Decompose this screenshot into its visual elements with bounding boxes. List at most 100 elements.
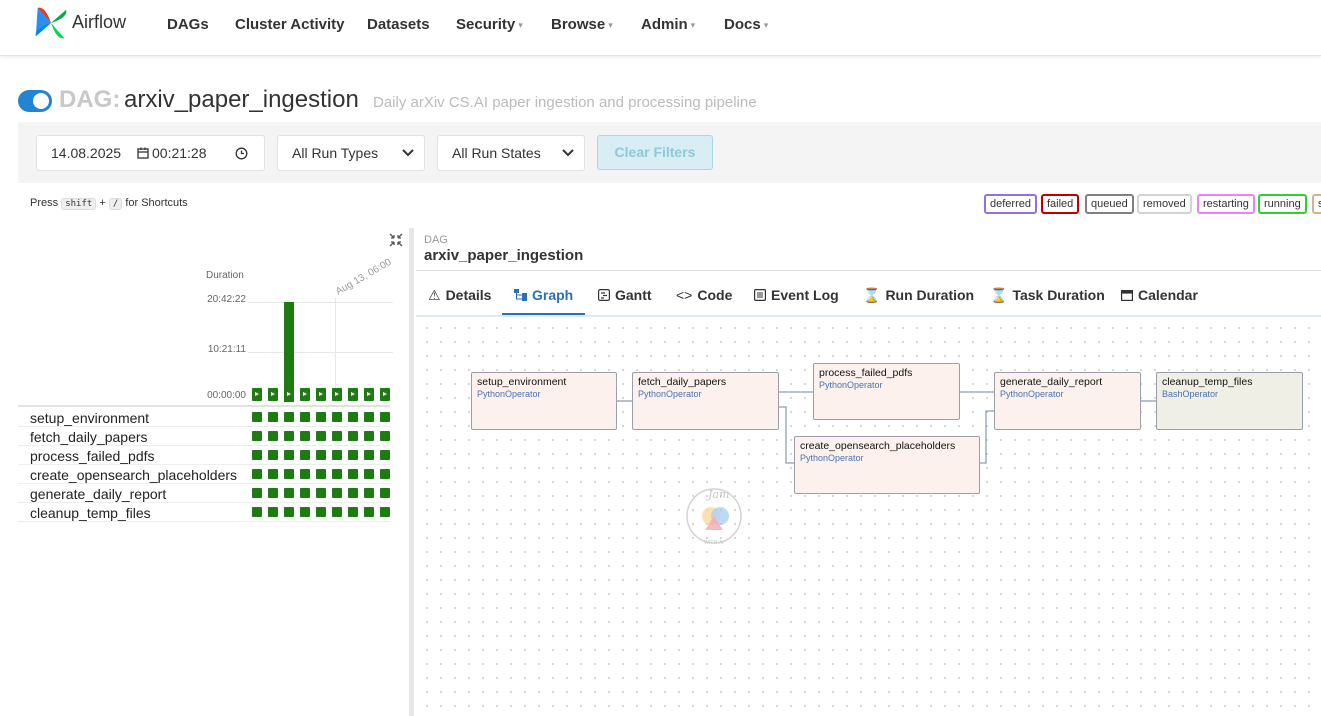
task-instance-cell[interactable]	[380, 488, 390, 498]
task-instance-cell[interactable]	[284, 507, 294, 517]
task-instance-cell[interactable]	[268, 412, 278, 422]
task-instance-cell[interactable]	[300, 507, 310, 517]
dag-run-button[interactable]	[332, 388, 342, 401]
dag-run-button[interactable]	[364, 388, 374, 401]
task-row[interactable]: cleanup_temp_files	[18, 503, 390, 522]
legend-running[interactable]: running	[1258, 194, 1307, 214]
dag-run-button[interactable]	[380, 388, 390, 401]
nav-datasets[interactable]: Datasets	[367, 16, 430, 33]
task-instance-cell[interactable]	[364, 469, 374, 479]
task-instance-cell[interactable]	[284, 412, 294, 422]
run-duration-bar[interactable]	[284, 302, 294, 402]
task-instance-cell[interactable]	[316, 488, 326, 498]
task-instance-cell[interactable]	[252, 507, 262, 517]
task-instance-cell[interactable]	[268, 507, 278, 517]
task-instance-cell[interactable]	[380, 507, 390, 517]
run-state-select[interactable]: All Run States	[437, 135, 585, 171]
calendar-icon[interactable]	[137, 147, 149, 159]
graph-node-create-opensearch-placeholders[interactable]: create_opensearch_placeholders PythonOpe…	[794, 436, 980, 494]
dag-run-button[interactable]	[252, 388, 262, 401]
task-instance-cell[interactable]	[316, 431, 326, 441]
graph-node-process-failed-pdfs[interactable]: process_failed_pdfs PythonOperator	[813, 363, 960, 420]
task-instance-cell[interactable]	[348, 488, 358, 498]
task-instance-cell[interactable]	[284, 450, 294, 460]
clear-filters-button[interactable]: Clear Filters	[597, 135, 713, 170]
task-instance-cell[interactable]	[300, 412, 310, 422]
nav-docs[interactable]: Docs ▾	[724, 16, 768, 33]
tab-graph[interactable]: Graph	[514, 287, 573, 303]
task-instance-cell[interactable]	[380, 469, 390, 479]
nav-security[interactable]: Security ▾	[456, 16, 523, 33]
task-instance-cell[interactable]	[316, 469, 326, 479]
task-instance-cell[interactable]	[268, 431, 278, 441]
dag-run-button[interactable]	[348, 388, 358, 401]
dag-run-button[interactable]	[300, 388, 310, 401]
task-name[interactable]: fetch_daily_papers	[30, 429, 148, 445]
task-name[interactable]: process_failed_pdfs	[30, 448, 155, 464]
legend-queued[interactable]: queued	[1085, 194, 1134, 214]
task-instance-cell[interactable]	[252, 431, 262, 441]
task-instance-cell[interactable]	[316, 507, 326, 517]
breadcrumb-dag[interactable]: arxiv_paper_ingestion	[424, 247, 583, 264]
task-instance-cell[interactable]	[316, 450, 326, 460]
task-instance-cell[interactable]	[380, 412, 390, 422]
task-instance-cell[interactable]	[348, 507, 358, 517]
task-instance-cell[interactable]	[364, 488, 374, 498]
tab-code[interactable]: <> Code	[676, 287, 732, 303]
task-instance-cell[interactable]	[284, 488, 294, 498]
task-name[interactable]: cleanup_temp_files	[30, 505, 151, 521]
dag-run-button[interactable]	[284, 388, 294, 401]
task-instance-cell[interactable]	[332, 412, 342, 422]
tab-gantt[interactable]: Gantt	[598, 287, 652, 303]
graph-canvas[interactable]: setup_environment PythonOperator fetch_d…	[416, 317, 1321, 716]
task-instance-cell[interactable]	[284, 469, 294, 479]
tab-event-log[interactable]: Event Log	[754, 287, 839, 303]
task-name[interactable]: setup_environment	[30, 410, 149, 426]
task-instance-cell[interactable]	[268, 450, 278, 460]
task-instance-cell[interactable]	[380, 450, 390, 460]
tab-details[interactable]: ⚠ Details	[428, 287, 491, 304]
task-instance-cell[interactable]	[364, 431, 374, 441]
task-instance-cell[interactable]	[348, 450, 358, 460]
task-row[interactable]: process_failed_pdfs	[18, 446, 390, 465]
task-name[interactable]: generate_daily_report	[30, 486, 166, 502]
legend-restarting[interactable]: restarting	[1197, 194, 1255, 214]
task-instance-cell[interactable]	[300, 488, 310, 498]
task-instance-cell[interactable]	[332, 488, 342, 498]
task-instance-cell[interactable]	[300, 469, 310, 479]
task-instance-cell[interactable]	[348, 431, 358, 441]
dag-run-button[interactable]	[316, 388, 326, 401]
task-instance-cell[interactable]	[284, 431, 294, 441]
task-instance-cell[interactable]	[252, 412, 262, 422]
task-instance-cell[interactable]	[348, 412, 358, 422]
panel-resizer[interactable]	[409, 228, 414, 716]
dag-run-button[interactable]	[268, 388, 278, 401]
task-instance-cell[interactable]	[268, 469, 278, 479]
legend-deferred[interactable]: deferred	[984, 194, 1037, 214]
task-row[interactable]: setup_environment	[18, 408, 390, 427]
task-instance-cell[interactable]	[364, 507, 374, 517]
graph-node-fetch-daily-papers[interactable]: fetch_daily_papers PythonOperator	[632, 372, 779, 430]
run-type-select[interactable]: All Run Types	[277, 135, 425, 171]
nav-dags[interactable]: DAGs	[167, 16, 209, 33]
task-instance-cell[interactable]	[332, 469, 342, 479]
task-instance-cell[interactable]	[252, 488, 262, 498]
legend-scheduled[interactable]: s	[1312, 194, 1321, 214]
nav-browse[interactable]: Browse ▾	[551, 16, 613, 33]
nav-cluster-activity[interactable]: Cluster Activity	[235, 16, 344, 33]
task-instance-cell[interactable]	[332, 431, 342, 441]
task-row[interactable]: create_opensearch_placeholders	[18, 465, 390, 484]
task-instance-cell[interactable]	[316, 412, 326, 422]
task-instance-cell[interactable]	[332, 450, 342, 460]
collapse-arrows-icon[interactable]	[388, 232, 404, 248]
task-instance-cell[interactable]	[252, 450, 262, 460]
task-instance-cell[interactable]	[252, 469, 262, 479]
legend-failed[interactable]: failed	[1041, 194, 1080, 214]
tab-task-duration[interactable]: ⌛ Task Duration	[990, 287, 1105, 304]
tab-run-duration[interactable]: ⌛ Run Duration	[863, 287, 974, 304]
clock-icon[interactable]	[235, 147, 248, 160]
task-row[interactable]: generate_daily_report	[18, 484, 390, 503]
task-instance-cell[interactable]	[268, 488, 278, 498]
task-instance-cell[interactable]	[348, 469, 358, 479]
brand-name[interactable]: Airflow	[72, 12, 126, 33]
